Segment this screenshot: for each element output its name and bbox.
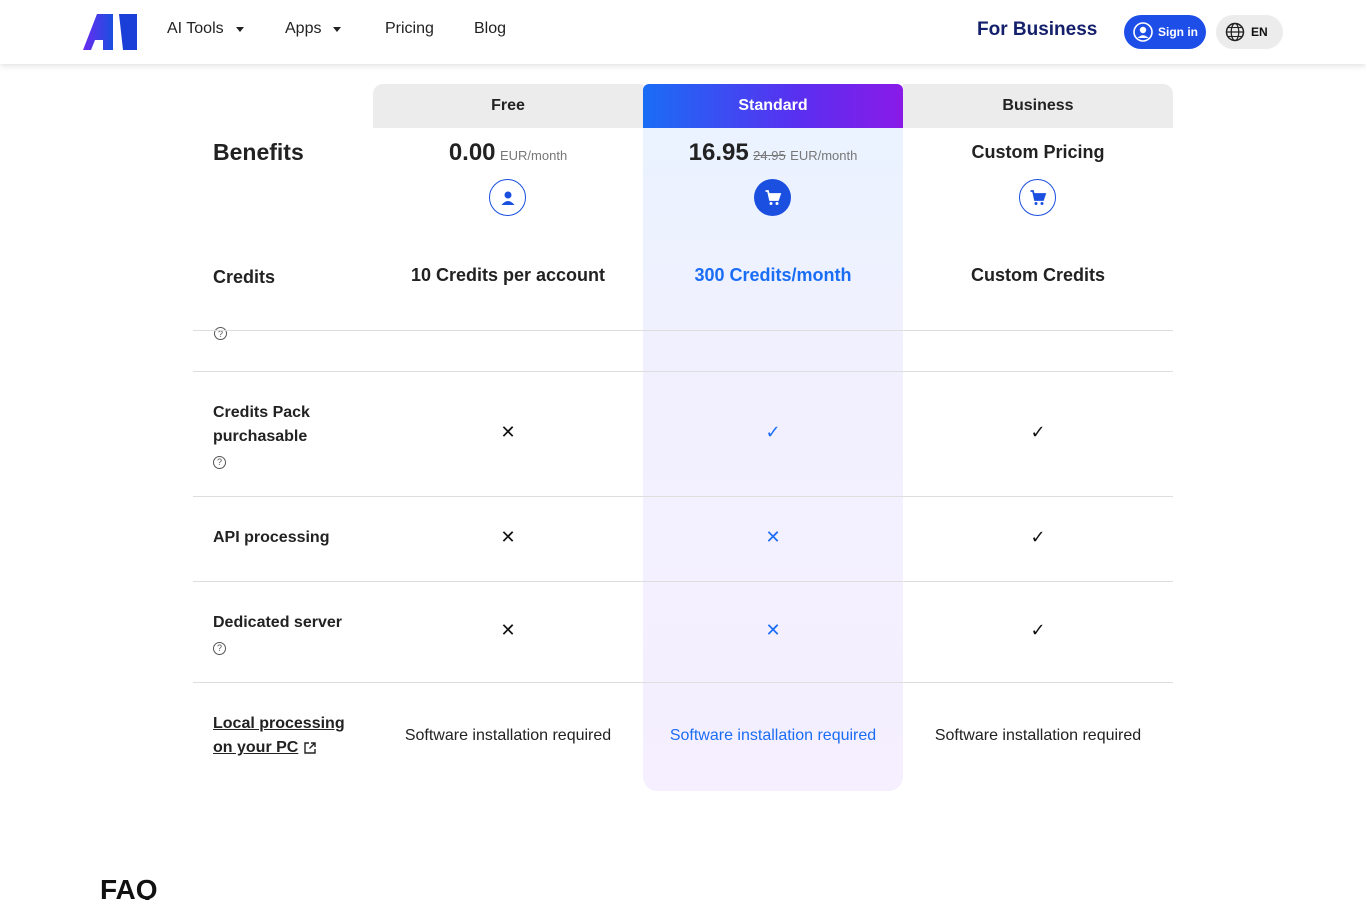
help-icon[interactable]: ? <box>214 327 227 340</box>
check-icon: ✓ <box>1030 422 1046 442</box>
nav-apps[interactable]: Apps <box>285 20 342 38</box>
business-local-processing: Software installation required <box>934 727 1142 744</box>
cross-icon: ✕ <box>500 620 516 640</box>
nav-pricing[interactable]: Pricing <box>385 20 434 38</box>
benefits-heading: Benefits <box>213 139 304 165</box>
tab-business-plan[interactable]: Business <box>903 84 1173 128</box>
business-plan-cart-button[interactable] <box>1019 179 1056 216</box>
top-navigation-bar: AI Tools Apps Pricing Blog For Business … <box>0 0 1366 64</box>
cart-icon <box>1030 189 1046 205</box>
sign-in-button[interactable]: Sign in <box>1124 15 1206 49</box>
local-processing-link[interactable]: Local processing on your PC <box>213 712 345 760</box>
help-icon[interactable]: ? <box>213 455 226 469</box>
standard-credits: 300 Credits/month <box>694 265 852 285</box>
free-price-unit: EUR/month <box>499 148 568 163</box>
cart-icon <box>765 189 781 205</box>
api-processing-row-label: API processing <box>213 529 330 546</box>
nav-apps-label: Apps <box>285 20 322 37</box>
caret-down-icon <box>333 26 342 32</box>
nav-blog[interactable]: Blog <box>474 20 506 38</box>
cross-icon: ✕ <box>765 620 781 640</box>
cross-icon: ✕ <box>500 422 516 442</box>
credits-row-label: Credits <box>213 267 276 287</box>
credits-pack-row-label: Credits Pack purchasable ? <box>213 401 310 473</box>
language-label: EN <box>1251 25 1268 39</box>
standard-price-unit: EUR/month <box>790 148 858 163</box>
standard-old-price: 24.95 <box>753 148 786 163</box>
for-business-link[interactable]: For Business <box>977 19 1097 41</box>
nav-ai-tools[interactable]: AI Tools <box>167 20 244 38</box>
standard-plan-cart-button[interactable] <box>754 179 791 216</box>
nav-blog-label: Blog <box>474 20 507 37</box>
free-price: 0.00 EUR/month <box>373 139 643 167</box>
credits-pack-label-line1: Credits Pack <box>213 404 310 421</box>
user-circle-icon <box>1133 22 1153 42</box>
standard-price-value: 16.95 <box>688 139 749 166</box>
free-plan-user-button[interactable] <box>489 179 526 216</box>
globe-icon <box>1225 22 1245 42</box>
check-icon: ✓ <box>1030 620 1046 640</box>
local-processing-label-line2: on your PC <box>213 739 299 756</box>
cross-icon: ✕ <box>500 527 516 547</box>
credits-pack-label-line2: purchasable <box>213 428 308 445</box>
nav-ai-tools-label: AI Tools <box>167 20 224 37</box>
caret-down-icon <box>235 26 244 32</box>
user-icon <box>501 191 514 205</box>
nav-pricing-label: Pricing <box>385 20 434 37</box>
check-icon: ✓ <box>1030 527 1046 547</box>
business-credits: Custom Credits <box>970 265 1105 285</box>
local-processing-label-line1: Local processing <box>213 715 345 732</box>
row-divider <box>193 581 1173 582</box>
row-divider <box>193 330 1173 331</box>
standard-plan-column-highlight <box>643 128 903 791</box>
external-link-icon <box>304 742 317 754</box>
cross-icon: ✕ <box>765 527 781 547</box>
ai-logo[interactable] <box>83 14 137 50</box>
sign-in-label: Sign in <box>1158 25 1198 39</box>
dedicated-server-label: Dedicated server <box>213 614 342 631</box>
row-divider <box>193 496 1173 497</box>
faq-heading: FAQ <box>100 874 158 900</box>
standard-price: 16.95 24.95 EUR/month <box>643 139 903 167</box>
tab-standard-plan[interactable]: Standard <box>643 84 903 128</box>
free-price-value: 0.00 <box>448 139 496 166</box>
dedicated-server-row-label: Dedicated server ? <box>213 611 342 659</box>
row-divider <box>193 371 1173 372</box>
free-local-processing: Software installation required <box>404 727 612 744</box>
language-selector[interactable]: EN <box>1216 15 1283 49</box>
help-icon[interactable]: ? <box>213 641 226 655</box>
tab-free-plan[interactable]: Free <box>373 84 643 128</box>
business-price: Custom Pricing <box>971 142 1105 162</box>
check-icon: ✓ <box>765 422 781 442</box>
standard-local-processing: Software installation required <box>669 727 877 744</box>
free-credits: 10 Credits per account <box>410 265 606 285</box>
row-divider <box>193 682 1173 683</box>
